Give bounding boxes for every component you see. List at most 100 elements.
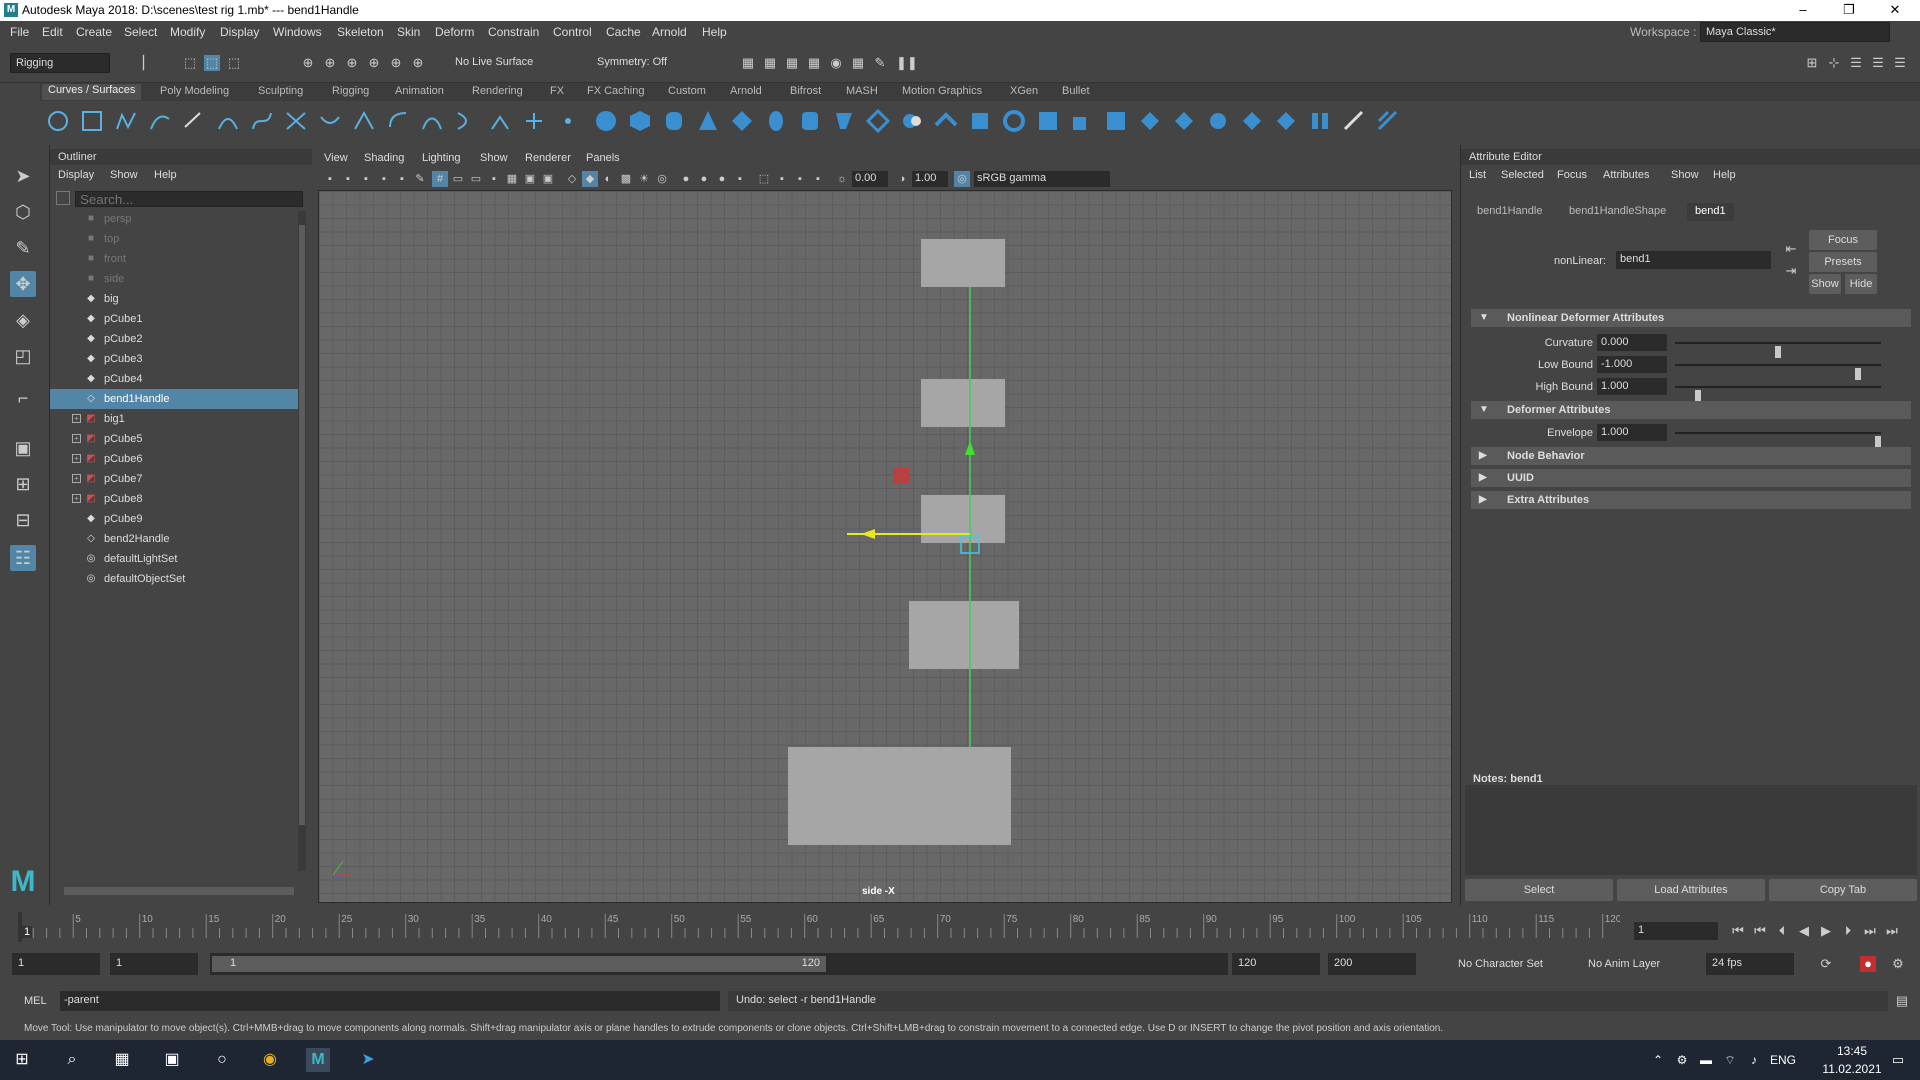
maya-taskbar-icon[interactable]: M	[306, 1048, 330, 1072]
select-button[interactable]: Select	[1465, 879, 1613, 901]
maximize-button[interactable]: ❐	[1826, 0, 1872, 21]
snap-grid-icon[interactable]: ⊕	[300, 55, 316, 71]
expand-toggle-icon[interactable]: +	[72, 414, 81, 423]
outliner-menu-help[interactable]: Help	[154, 169, 177, 181]
hypershade-icon[interactable]: ◉	[828, 55, 844, 71]
workspace-dropdown[interactable]: Maya Classic*	[1700, 22, 1890, 42]
notifications-icon[interactable]: ▭	[1886, 1048, 1910, 1072]
motion-blur-icon[interactable]: ●	[696, 171, 712, 187]
notes-textarea[interactable]	[1465, 785, 1917, 875]
current-frame-field[interactable]: 1	[1634, 922, 1718, 940]
arc-tool-icon[interactable]	[216, 109, 240, 133]
outliner-item[interactable]: + ◩ pCube6	[50, 449, 298, 469]
detach-surfaces-icon[interactable]	[1274, 109, 1298, 133]
curvature-slider[interactable]	[1675, 342, 1881, 358]
curvature-field[interactable]: 0.000	[1597, 334, 1667, 351]
exposure-field[interactable]: 0.00	[852, 171, 888, 187]
ae-menu-attributes[interactable]: Attributes	[1603, 169, 1649, 181]
render-setup-icon[interactable]: ▦	[850, 55, 866, 71]
multisample-aa-icon[interactable]: ●	[714, 171, 730, 187]
shelf-tab-xgen[interactable]: XGen	[1010, 85, 1038, 97]
new-scene-icon[interactable]: ▏	[140, 55, 156, 71]
single-perspective-view-icon[interactable]: ▣	[10, 435, 36, 461]
two-d-pan-zoom-icon[interactable]: ▪	[394, 171, 410, 187]
menu-skin[interactable]: Skin	[397, 25, 420, 39]
safe-action-icon[interactable]: ▣	[522, 171, 538, 187]
focus-node-icon[interactable]: ⇤	[1783, 241, 1799, 257]
color-management-icon[interactable]: ◎	[954, 171, 970, 187]
snap-live-icon[interactable]: ⊕	[410, 55, 426, 71]
outliner-vertical-scrollbar[interactable]	[298, 211, 306, 871]
xray-icon[interactable]: ▪	[774, 171, 790, 187]
ae-menu-help[interactable]: Help	[1713, 169, 1736, 181]
expand-toggle-icon[interactable]: +	[72, 474, 81, 483]
bezier-curve-icon[interactable]	[250, 109, 274, 133]
last-tool-icon[interactable]: ⌐	[10, 385, 36, 411]
show-button[interactable]: Show	[1809, 274, 1841, 294]
revolve-icon[interactable]	[798, 109, 822, 133]
outliner-menu-display[interactable]: Display	[58, 169, 94, 181]
script-editor-icon[interactable]: ▤	[1894, 993, 1910, 1009]
curve-detach-icon[interactable]	[318, 109, 342, 133]
bezier-tool-icon[interactable]	[556, 109, 580, 133]
boundary-icon[interactable]	[1002, 109, 1026, 133]
select-component-icon[interactable]: ⬚	[226, 55, 242, 71]
ep-curve-icon[interactable]	[148, 109, 172, 133]
expand-toggle-icon[interactable]: +	[72, 494, 81, 503]
shadows-icon[interactable]: ◎	[654, 171, 670, 187]
screen-space-ao-icon[interactable]: ●	[678, 171, 694, 187]
depth-of-field-icon[interactable]: ▪	[732, 171, 748, 187]
menu-arnold[interactable]: Arnold	[652, 25, 687, 39]
sidebar-toggle-icon[interactable]: ⊞	[1804, 55, 1820, 71]
nurbs-torus-icon[interactable]	[764, 109, 788, 133]
film-gate-icon[interactable]: ▭	[450, 171, 466, 187]
viewport-menu-lighting[interactable]: Lighting	[422, 152, 461, 164]
menu-set-dropdown[interactable]: Rigging	[10, 53, 110, 73]
safe-title-icon[interactable]: ▣	[540, 171, 556, 187]
explorer-icon[interactable]: ▣	[160, 1048, 184, 1072]
nurbs-circle-icon[interactable]	[46, 109, 70, 133]
focus-button[interactable]: Focus	[1809, 230, 1877, 250]
calculator-icon[interactable]: ▦	[110, 1048, 134, 1072]
step-forward-key-icon[interactable]: ⏭	[1862, 923, 1878, 939]
outliner-item[interactable]: + ◩ pCube8	[50, 489, 298, 509]
modeling-toolkit-icon[interactable]: ⊹	[1826, 55, 1842, 71]
stitch-icon[interactable]	[1308, 109, 1332, 133]
menu-display[interactable]: Display	[220, 25, 259, 39]
outliner-item[interactable]: ◇ bend1Handle	[50, 389, 298, 409]
paint-select-tool-icon[interactable]: ✎	[10, 235, 36, 261]
go-to-end-icon[interactable]: ⏭	[1884, 923, 1900, 939]
nurbs-plane-icon[interactable]	[730, 109, 754, 133]
shelf-tab-arnold[interactable]: Arnold	[730, 85, 762, 97]
textured-icon[interactable]: ▩	[618, 171, 634, 187]
shelf-tab-rigging[interactable]: Rigging	[332, 85, 369, 97]
offset-curve-icon[interactable]	[420, 109, 444, 133]
high-bound-field[interactable]: 1.000	[1597, 378, 1667, 395]
render-view-icon[interactable]: ▦	[740, 55, 756, 71]
nvidia-icon[interactable]: ▬	[1694, 1048, 1718, 1072]
expand-toggle-icon[interactable]: +	[72, 454, 81, 463]
ae-menu-show[interactable]: Show	[1671, 169, 1699, 181]
resolution-gate-icon[interactable]: ▭	[468, 171, 484, 187]
character-set-dropdown[interactable]: No Character Set	[1458, 958, 1543, 970]
outliner-item[interactable]: ■ top	[50, 229, 298, 249]
snap-view-icon[interactable]: ⊕	[366, 55, 382, 71]
add-points-icon[interactable]	[488, 109, 512, 133]
duplicate-surface-icon[interactable]	[1070, 109, 1094, 133]
network-icon[interactable]: ⚙	[1670, 1048, 1694, 1072]
trim-tool-icon[interactable]	[1172, 109, 1196, 133]
outliner-item[interactable]: ■ side	[50, 269, 298, 289]
playback-start-field[interactable]: 1	[110, 953, 198, 975]
envelope-field[interactable]: 1.000	[1597, 424, 1667, 441]
gamma-field[interactable]: 1.00	[912, 171, 948, 187]
extend-curve-icon[interactable]	[386, 109, 410, 133]
shelf-tab-poly-modeling[interactable]: Poly Modeling	[160, 85, 229, 97]
nurbs-cone-icon[interactable]	[696, 109, 720, 133]
outliner-item[interactable]: ◇ bend2Handle	[50, 529, 298, 549]
loft-icon[interactable]	[832, 109, 856, 133]
insert-knot-icon[interactable]	[352, 109, 376, 133]
gate-mask-icon[interactable]: ▪	[486, 171, 502, 187]
intersect-icon[interactable]	[1138, 109, 1162, 133]
command-input[interactable]: -parent	[60, 991, 720, 1011]
outliner-item[interactable]: ■ persp	[50, 209, 298, 229]
